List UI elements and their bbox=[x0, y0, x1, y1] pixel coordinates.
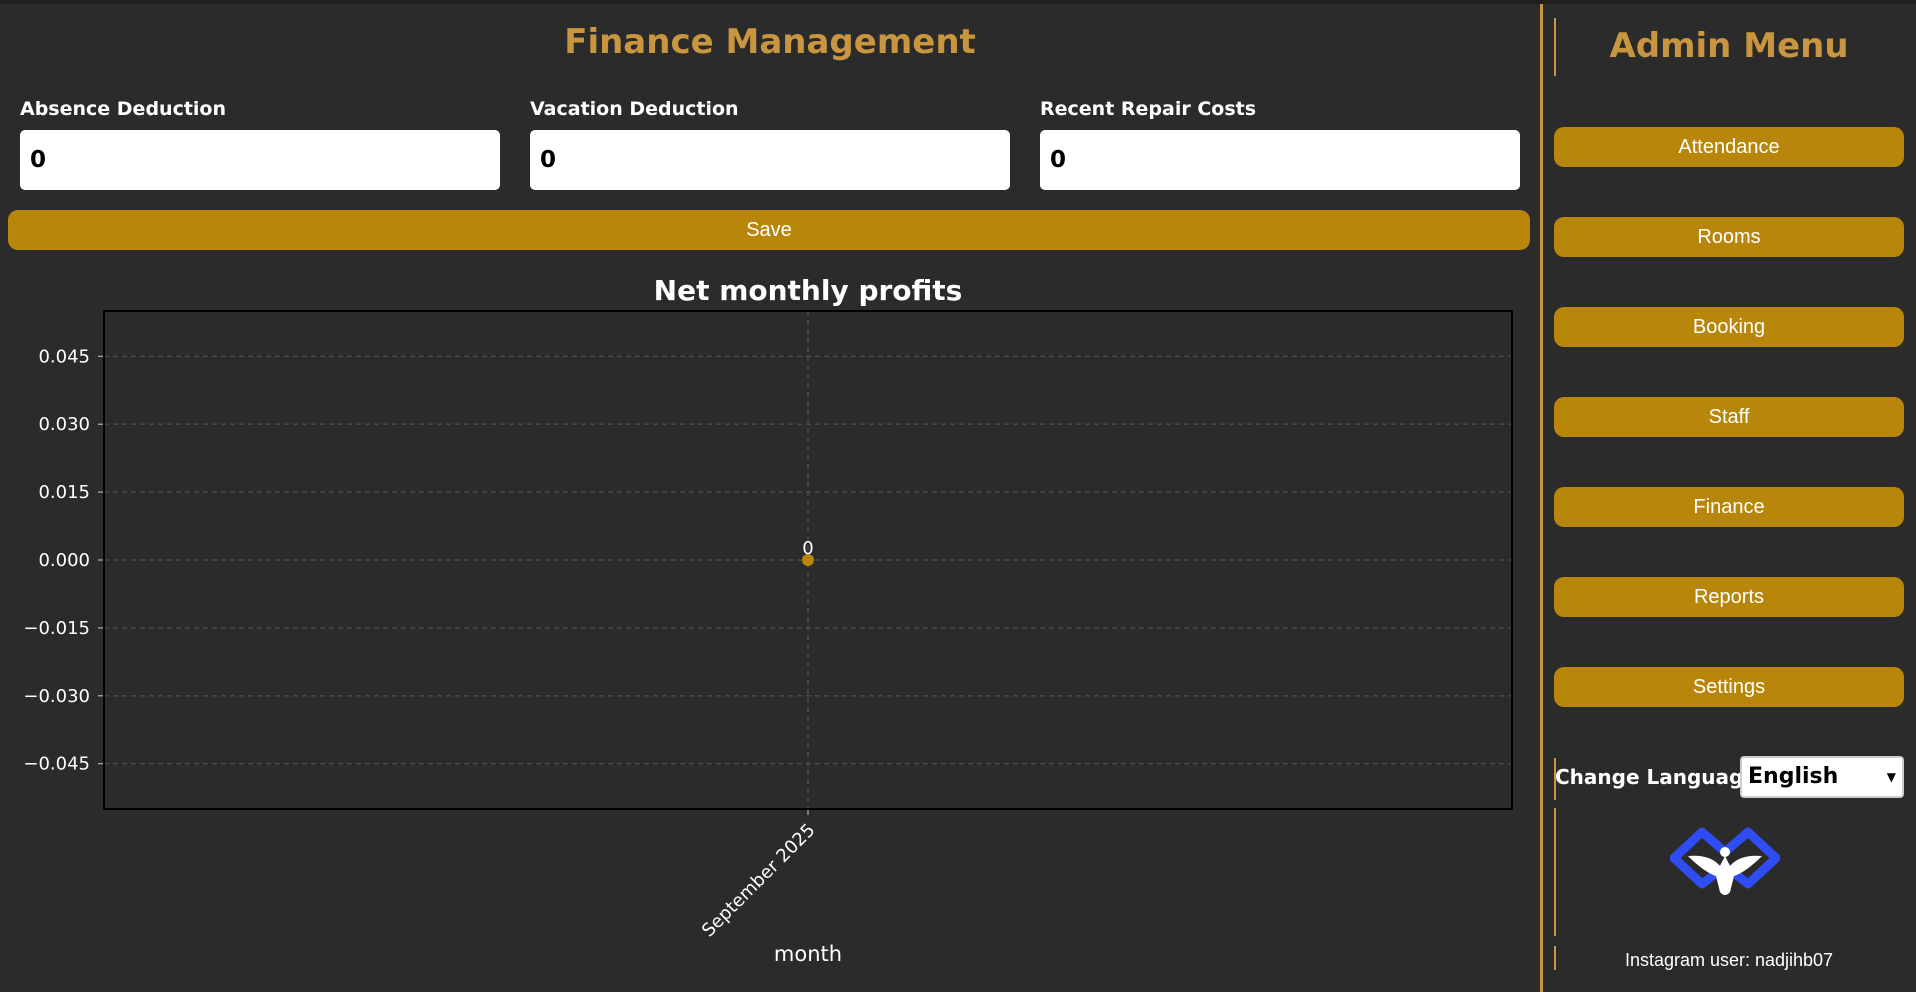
change-language-label: Change Language bbox=[1555, 765, 1757, 789]
y-tick-label: 0.030 bbox=[38, 414, 90, 435]
chart-title: Net monthly profits bbox=[654, 274, 963, 307]
x-tick-label: September 2025 bbox=[698, 820, 820, 942]
repair-costs-label: Recent Repair Costs bbox=[1040, 98, 1257, 120]
net-profit-chart: 0.045 0.030 0.015 0.000 −0.015 −0.030 −0.045 Se… bbox=[0, 270, 1540, 980]
absence-deduction-input[interactable] bbox=[20, 130, 500, 190]
language-select[interactable]: English ▼ bbox=[1740, 756, 1904, 798]
y-tick-label: 0.015 bbox=[38, 482, 90, 503]
menu-booking-button[interactable]: Booking bbox=[1554, 307, 1904, 347]
instagram-user-text: Instagram user: nadjihb07 bbox=[1624, 950, 1834, 970]
vacation-deduction-label: Vacation Deduction bbox=[530, 98, 739, 120]
chevron-down-icon: ▼ bbox=[1886, 770, 1896, 784]
menu-settings-button[interactable]: Settings bbox=[1554, 667, 1904, 707]
y-tick-label: −0.030 bbox=[23, 686, 90, 707]
chart-svg: 0.045 0.030 0.015 0.000 −0.015 −0.030 −0.045 Se… bbox=[23, 274, 1513, 966]
sidebar-divider bbox=[1540, 4, 1543, 992]
repair-costs-input[interactable] bbox=[1040, 130, 1520, 190]
data-label: 0 bbox=[802, 538, 813, 559]
vacation-deduction-input[interactable] bbox=[530, 130, 1010, 190]
menu-finance-button[interactable]: Finance bbox=[1554, 487, 1904, 527]
x-axis-label: month bbox=[774, 942, 842, 966]
y-tick-label: 0.045 bbox=[38, 346, 90, 367]
absence-deduction-label: Absence Deduction bbox=[20, 98, 227, 120]
menu-reports-button[interactable]: Reports bbox=[1554, 577, 1904, 617]
menu-rooms-button[interactable]: Rooms bbox=[1554, 217, 1904, 257]
save-button[interactable]: Save bbox=[8, 210, 1530, 250]
page-title: Finance Management bbox=[564, 22, 976, 62]
menu-attendance-button[interactable]: Attendance bbox=[1554, 127, 1904, 167]
y-tick-label: −0.045 bbox=[23, 754, 90, 775]
y-tick-label: 0.000 bbox=[38, 550, 90, 571]
menu-staff-button[interactable]: Staff bbox=[1554, 397, 1904, 437]
sidebar-border-segment bbox=[1554, 808, 1556, 936]
language-select-value: English bbox=[1748, 764, 1839, 789]
admin-menu-title: Admin Menu bbox=[1609, 26, 1849, 66]
eagle-logo-icon bbox=[1670, 827, 1780, 895]
y-tick-label: −0.015 bbox=[23, 618, 90, 639]
